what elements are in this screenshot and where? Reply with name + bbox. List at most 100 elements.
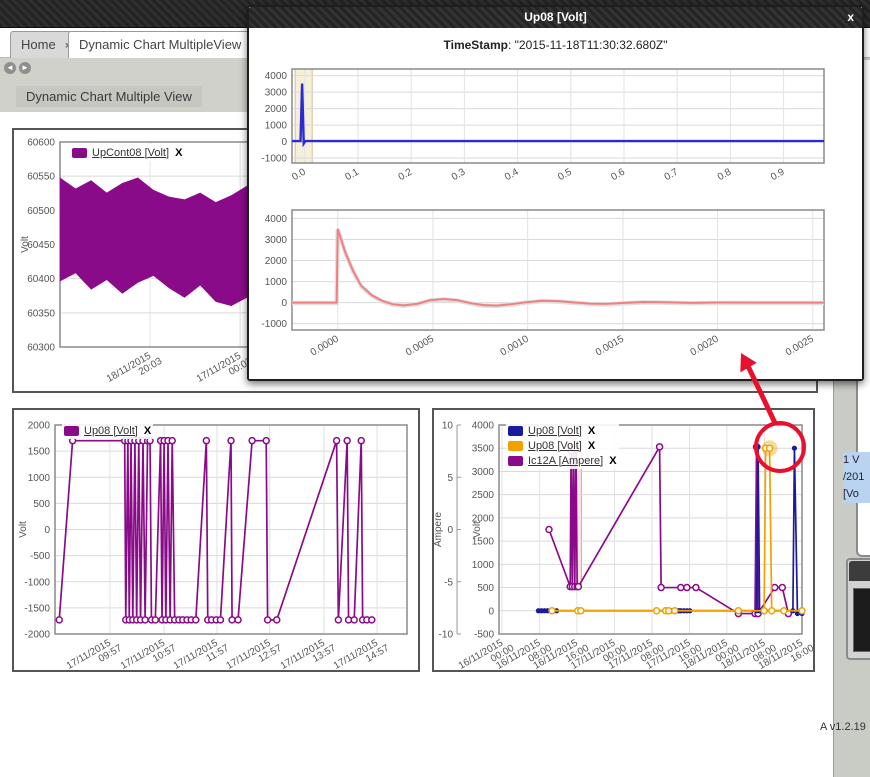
back-icon[interactable]: ◄ <box>4 62 16 74</box>
legend-swatch-icon <box>64 426 79 436</box>
svg-text:0.0020: 0.0020 <box>689 333 721 358</box>
svg-text:0.9: 0.9 <box>769 166 787 183</box>
svg-text:500: 500 <box>477 583 494 594</box>
svg-text:0.8: 0.8 <box>716 166 734 183</box>
svg-text:Ampere: Ampere <box>434 512 444 547</box>
svg-text:4000: 4000 <box>265 71 288 82</box>
svg-text:-5: -5 <box>444 577 453 588</box>
svg-text:60400: 60400 <box>27 274 55 285</box>
svg-text:-10: -10 <box>439 630 454 641</box>
svg-text:Volt: Volt <box>18 521 29 538</box>
timestamp-sep: : <box>508 38 515 52</box>
timestamp-value: "2015-11-18T11:30:32.680Z" <box>515 38 668 52</box>
fragment-line: [Vo <box>843 486 870 503</box>
forward-icon[interactable]: ► <box>19 62 31 74</box>
svg-text:0: 0 <box>447 525 453 536</box>
svg-text:0.6: 0.6 <box>609 166 627 183</box>
svg-text:0: 0 <box>281 298 287 309</box>
svg-text:-500: -500 <box>30 551 50 562</box>
svg-text:-2000: -2000 <box>24 630 50 641</box>
svg-text:2000: 2000 <box>265 104 288 115</box>
tab-dynamic-chart-multipleview[interactable]: Dynamic Chart MultipleView✱ <box>68 31 269 58</box>
side-widget-header <box>849 561 870 581</box>
svg-text:0.5: 0.5 <box>556 166 574 183</box>
legend-item: Up08 [Volt] X <box>64 423 151 438</box>
chart-panel-up08-ic12a: -5000500100015002000250030003500400016/1… <box>432 408 815 672</box>
selected-item-fragment[interactable]: 1 V /201 [Vo <box>843 452 870 503</box>
svg-text:2000: 2000 <box>28 421 51 432</box>
chart-popup-full[interactable]: -1000010002000300040000.00.10.20.30.40.5… <box>249 62 862 186</box>
legend-swatch-icon <box>72 148 87 158</box>
legend-close[interactable]: X <box>588 440 595 452</box>
svg-text:0: 0 <box>281 137 287 148</box>
tab-dynamic-label: Dynamic Chart MultipleView <box>79 37 241 52</box>
svg-text:2500: 2500 <box>472 490 495 501</box>
legend-item: UpCont08 [Volt] X <box>72 145 182 160</box>
svg-text:-1000: -1000 <box>24 577 50 588</box>
legend-close[interactable]: X <box>588 425 595 437</box>
svg-text:4000: 4000 <box>265 214 288 225</box>
svg-text:-500: -500 <box>474 630 494 641</box>
svg-text:-1000: -1000 <box>261 319 287 330</box>
svg-text:60550: 60550 <box>27 172 55 183</box>
svg-text:500: 500 <box>33 499 50 510</box>
popup-close-icon[interactable]: x <box>847 7 854 28</box>
legend-label[interactable]: Up08 [Volt] <box>528 425 582 437</box>
svg-text:-1500: -1500 <box>24 603 50 614</box>
chart-up08-ic12a[interactable]: -5000500100015002000250030003500400016/1… <box>434 410 813 670</box>
svg-text:10: 10 <box>442 421 454 432</box>
chart-legend: Up08 [Volt] X <box>62 422 153 439</box>
legend-label[interactable]: Up08 [Volt] <box>84 425 138 437</box>
legend-item: Ic12A [Ampere] X <box>508 453 617 468</box>
svg-text:Volt: Volt <box>20 236 31 253</box>
svg-text:4000: 4000 <box>472 421 495 432</box>
svg-text:0.2: 0.2 <box>397 166 415 183</box>
timestamp: TimeStamp: "2015-11-18T11:30:32.680Z" <box>249 38 862 52</box>
chart-panel-up08-events: -2000-1500-1000-500050010001500200017/11… <box>12 408 420 672</box>
legend-label[interactable]: Ic12A [Ampere] <box>528 455 603 467</box>
legend-item: Up08 [Volt] X <box>508 423 617 438</box>
svg-text:60300: 60300 <box>27 343 55 354</box>
version-label: A v1.2.19 <box>820 721 868 733</box>
legend-label[interactable]: Up08 [Volt] <box>528 440 582 452</box>
legend-label[interactable]: UpCont08 [Volt] <box>92 147 169 159</box>
chart-popup-zoom[interactable]: -1000010002000300040000.00000.00050.0010… <box>249 186 862 379</box>
legend-close[interactable]: X <box>144 425 151 437</box>
legend-swatch-icon <box>508 426 523 436</box>
svg-text:3000: 3000 <box>472 467 495 478</box>
tab-home-label: Home <box>21 37 56 52</box>
svg-text:0.0010: 0.0010 <box>499 333 531 358</box>
legend-item: Up08 [Volt] X <box>508 438 617 453</box>
svg-text:0.0000: 0.0000 <box>309 333 341 358</box>
svg-text:3000: 3000 <box>265 88 288 99</box>
svg-text:0.0015: 0.0015 <box>594 333 626 358</box>
svg-text:60350: 60350 <box>27 308 55 319</box>
timestamp-label: TimeStamp <box>444 38 508 52</box>
svg-text:0: 0 <box>488 606 494 617</box>
svg-text:3500: 3500 <box>472 444 495 455</box>
svg-text:-1000: -1000 <box>261 154 287 165</box>
fragment-line: 1 V <box>843 452 870 469</box>
svg-text:0.0005: 0.0005 <box>404 333 436 358</box>
svg-text:0: 0 <box>44 525 50 536</box>
chart-up08-volt-events[interactable]: -2000-1500-1000-500050010001500200017/11… <box>14 410 418 670</box>
side-widget-screen <box>853 588 870 652</box>
svg-text:3000: 3000 <box>265 235 288 246</box>
fragment-line: /201 <box>843 469 870 486</box>
svg-text:1000: 1000 <box>472 560 495 571</box>
chart-legend: UpCont08 [Volt] X <box>70 144 184 161</box>
svg-text:1000: 1000 <box>28 473 51 484</box>
svg-text:0.4: 0.4 <box>503 166 521 183</box>
svg-text:1000: 1000 <box>265 277 288 288</box>
svg-text:60600: 60600 <box>27 138 55 149</box>
legend-close[interactable]: X <box>175 147 182 159</box>
legend-close[interactable]: X <box>609 455 616 467</box>
popup-title-bar[interactable]: Up08 [Volt] x <box>249 7 862 28</box>
popup-body: TimeStamp: "2015-11-18T11:30:32.680Z" -1… <box>249 28 862 379</box>
svg-text:0.1: 0.1 <box>343 166 361 183</box>
popup-window: Up08 [Volt] x TimeStamp: "2015-11-18T11:… <box>247 5 864 381</box>
svg-text:Volt: Volt <box>472 521 483 538</box>
svg-text:0.0: 0.0 <box>290 166 308 183</box>
svg-text:1000: 1000 <box>265 121 288 132</box>
svg-text:5: 5 <box>447 473 453 484</box>
